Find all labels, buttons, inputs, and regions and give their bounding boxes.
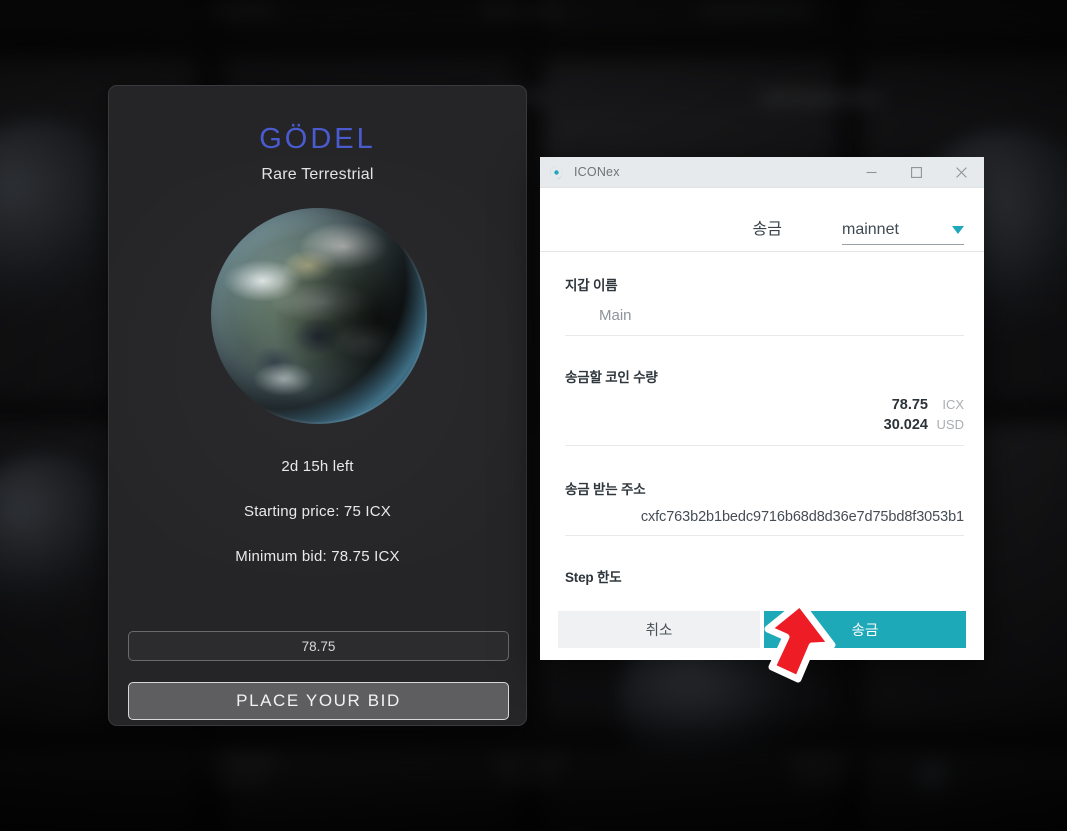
amount-row-icx: 78.75 ICX [565,396,964,416]
step-limit-field: Step 한도 [565,566,964,586]
chevron-down-icon [952,226,964,234]
wallet-name-value: Main [599,307,632,324]
auction-minimum-bid: Minimum bid: 78.75 ICX [235,548,400,565]
wallet-name-row[interactable]: Main [565,294,964,336]
recipient-address-label: 송금 받는 주소 [565,482,646,498]
wallet-name-label: 지갑 이름 [565,278,618,293]
iconex-window: ICONex 송금 mainnet 지갑 이름 Main 송금할 코인 수량 7… [540,157,984,660]
network-select[interactable]: mainnet [842,221,964,245]
auction-time-left: 2d 15h left [281,458,354,475]
cancel-button[interactable]: 취소 [558,611,760,648]
amount-label: 송금할 코인 수량 [565,370,658,385]
recipient-address-field: 송금 받는 주소 cxfc763b2b1bedc9716b68d8d36e7d7… [565,478,964,537]
amount-row-usd: 30.024 USD [565,416,964,436]
network-select-value: mainnet [842,221,899,238]
planet-globe-icon [210,208,425,422]
maximize-button[interactable] [894,157,939,188]
iconex-app-name: ICONex [574,165,620,179]
bid-amount-input[interactable] [128,631,509,661]
send-button[interactable]: 송금 [764,611,966,648]
close-button[interactable] [939,157,984,188]
planet-image [208,206,427,424]
window-controls [849,157,984,188]
iconex-form: 지갑 이름 Main 송금할 코인 수량 78.75 ICX 30.024 US… [540,252,984,599]
screen: GÖDEL Rare Terrestrial 2d 15h left Start… [0,0,1067,831]
amount-icx-unit: ICX [942,397,964,412]
amount-icx-value: 78.75 [891,397,928,413]
amount-usd-value: 30.024 [883,416,928,433]
amount-values: 78.75 ICX 30.024 USD [565,396,964,447]
iconex-logo-icon [550,165,563,179]
planet-auction-card: GÖDEL Rare Terrestrial 2d 15h left Start… [108,85,527,726]
iconex-header: 송금 mainnet [540,188,984,252]
amount-field: 송금할 코인 수량 78.75 ICX 30.024 USD [565,366,964,447]
auction-starting-price: Starting price: 75 ICX [244,503,391,520]
page-title: 송금 [752,221,782,238]
planet-name: GÖDEL [259,123,376,155]
planet-rarity-type: Rare Terrestrial [261,166,374,183]
amount-usd-unit: USD [936,416,964,432]
minimize-icon [866,171,877,173]
place-your-bid-button[interactable]: PLACE YOUR BID [128,682,509,720]
step-limit-label: Step 한도 [565,570,622,586]
iconex-titlebar[interactable]: ICONex [540,157,984,188]
close-icon [956,166,967,178]
wallet-name-field: 지갑 이름 Main [565,274,964,336]
minimize-button[interactable] [849,157,894,188]
maximize-icon [911,166,922,178]
recipient-address-value: cxfc763b2b1bedc9716b68d8d36e7d75bd8f3053… [565,509,964,537]
iconex-footer: 취소 송금 [540,599,984,660]
